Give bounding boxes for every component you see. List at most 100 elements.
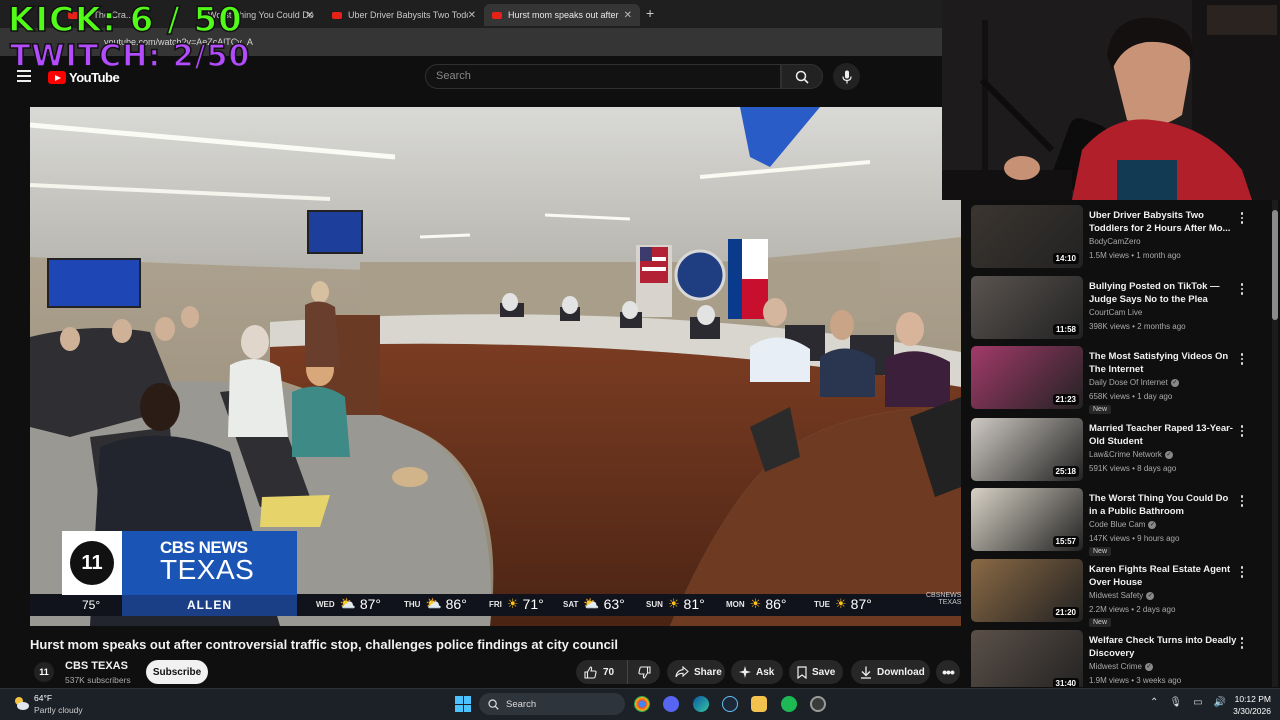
video-thumbnail[interactable]: 31:40 — [971, 630, 1083, 687]
recommended-channel[interactable]: BodyCamZero — [1089, 237, 1141, 246]
sidebar-scrollbar-thumb[interactable] — [1272, 210, 1278, 320]
more-actions-button[interactable]: ••• — [936, 660, 960, 684]
search-button[interactable] — [781, 64, 823, 89]
recommended-video[interactable]: 21:23 The Most Satisfying Videos On The I… — [971, 341, 1271, 414]
video-thumbnail[interactable]: 25:18 — [971, 418, 1083, 481]
browser-tab[interactable]: Uber Driver Babysits Two Toddlers ✕ — [324, 4, 484, 26]
tab-label: Uber Driver Babysits Two Toddlers — [348, 10, 468, 20]
more-vertical-icon[interactable] — [1239, 495, 1245, 507]
recommended-video[interactable]: 15:57 The Worst Thing You Could Do in a P… — [971, 483, 1271, 556]
recommended-channel[interactable]: Daily Dose Of Internet ✓ — [1089, 378, 1179, 387]
forecast-day-label: THU — [404, 599, 421, 609]
recommended-video[interactable]: 11:58 Bullying Posted on TikTok — Judge S… — [971, 271, 1271, 339]
video-thumbnail[interactable]: 14:10 — [971, 205, 1083, 268]
recommended-channel[interactable]: CourtCam Live — [1089, 308, 1142, 317]
search-input[interactable]: Search — [425, 64, 781, 89]
recommended-video[interactable]: 25:18 Married Teacher Raped 13-Year-Old S… — [971, 413, 1271, 481]
tab-close-icon[interactable]: ✕ — [468, 10, 476, 21]
youtube-favicon-icon — [492, 11, 502, 19]
more-vertical-icon[interactable] — [1239, 566, 1245, 578]
video-thumbnail[interactable]: 21:23 — [971, 346, 1083, 409]
recommended-video-title[interactable]: Welfare Check Turns into Deadly Discover… — [1089, 634, 1239, 660]
tab-close-icon[interactable]: ✕ — [624, 10, 632, 21]
forecast-day-label: TUE — [814, 599, 830, 609]
taskbar-weather-desc[interactable]: Partly cloudy — [34, 705, 83, 715]
more-vertical-icon[interactable] — [1239, 283, 1245, 295]
video-thumbnail[interactable]: 15:57 — [971, 488, 1083, 551]
save-button[interactable]: Save — [789, 660, 843, 684]
subscribe-button[interactable]: Subscribe — [146, 660, 208, 684]
youtube-logo[interactable]: YouTube — [48, 70, 120, 85]
forecast-day: THU ⛅ 86° — [404, 596, 467, 612]
forecast-day: TUE ☀ 87° — [814, 596, 872, 612]
sun-icon: ☀ — [667, 596, 680, 611]
forecast-temp: 87° — [359, 596, 382, 612]
network-icon[interactable]: ▭ — [1193, 697, 1202, 708]
recommended-channel[interactable]: Law&Crime Network ✓ — [1089, 450, 1173, 459]
recommended-video-title[interactable]: The Most Satisfying Videos On The Intern… — [1089, 350, 1239, 376]
like-dislike-group: 70 — [576, 660, 660, 684]
channel-avatar[interactable]: 11 — [34, 662, 54, 682]
microphone-icon — [841, 70, 852, 83]
windows-start-icon[interactable] — [455, 696, 471, 712]
recommended-channel[interactable]: Midwest Safety ✓ — [1089, 591, 1155, 600]
video-views-age: 147K views • 9 hours ago — [1089, 534, 1180, 543]
video-thumbnail[interactable]: 21:20 — [971, 559, 1083, 622]
microphone-icon[interactable]: 🎙 — [1169, 697, 1182, 708]
taskbar-weather-temp[interactable]: 64°F — [34, 693, 52, 703]
sun-icon: ☀ — [506, 596, 519, 611]
new-tab-icon[interactable]: + — [646, 5, 654, 21]
edge-icon[interactable] — [693, 696, 709, 712]
taskbar-date[interactable]: 3/30/2026 — [1229, 706, 1271, 716]
forecast-day-label: WED — [316, 599, 335, 609]
taskbar-search[interactable]: Search — [479, 693, 625, 715]
taskbar-time[interactable]: 10:12 PM — [1233, 694, 1271, 704]
recommended-video-title[interactable]: Bullying Posted on TikTok — Judge Says N… — [1089, 280, 1239, 306]
video-thumbnail[interactable]: 11:58 — [971, 276, 1083, 339]
verified-check-icon: ✓ — [1148, 520, 1157, 529]
search-icon — [795, 70, 809, 84]
recommended-video[interactable]: 31:40 Welfare Check Turns into Deadly Dis… — [971, 625, 1271, 687]
partly-cloudy-icon[interactable] — [12, 694, 30, 712]
obs-icon[interactable] — [810, 696, 826, 712]
file-explorer-icon[interactable] — [751, 696, 767, 712]
discord-icon[interactable] — [663, 696, 679, 712]
like-button[interactable]: 70 — [576, 660, 628, 684]
more-vertical-icon[interactable] — [1239, 353, 1245, 365]
recommended-channel[interactable]: Midwest Crime ✓ — [1089, 662, 1153, 671]
voice-search-button[interactable] — [833, 63, 860, 90]
recommended-video-title[interactable]: Karen Fights Real Estate Agent Over Hous… — [1089, 563, 1239, 589]
forecast-day-label: SUN — [646, 599, 663, 609]
chevron-up-icon[interactable]: ⌃ — [1150, 697, 1158, 708]
forecast-day: SUN ☀ 81° — [646, 596, 705, 612]
video-views-age: 591K views • 8 days ago — [1089, 464, 1177, 473]
share-button[interactable]: Share — [667, 660, 725, 684]
download-button[interactable]: Download — [851, 660, 930, 684]
cbs-eye-logo-icon: 11 — [39, 667, 49, 677]
cbs-eye-logo-icon: 11 — [70, 541, 114, 585]
volume-icon[interactable]: 🔊 — [1214, 697, 1226, 708]
more-vertical-icon[interactable] — [1239, 425, 1245, 437]
browser-tab-active[interactable]: Hurst mom speaks out after co ✕ — [484, 4, 640, 26]
steam-icon[interactable] — [722, 696, 738, 712]
recommended-video-title[interactable]: Married Teacher Raped 13-Year-Old Studen… — [1089, 422, 1239, 448]
chrome-icon[interactable] — [634, 696, 650, 712]
ask-button[interactable]: Ask — [731, 660, 783, 684]
more-vertical-icon[interactable] — [1239, 637, 1245, 649]
more-vertical-icon[interactable] — [1239, 212, 1245, 224]
download-icon — [861, 666, 871, 679]
video-duration: 15:57 — [1052, 536, 1079, 547]
recommended-video[interactable]: 21:20 Karen Fights Real Estate Agent Over… — [971, 554, 1271, 627]
tab-close-icon[interactable]: ✕ — [306, 10, 314, 21]
thumbs-up-icon — [584, 665, 597, 679]
recommended-video[interactable]: 14:10 Uber Driver Babysits Two Toddlers f… — [971, 200, 1271, 268]
hamburger-menu-icon[interactable] — [17, 70, 31, 82]
spotify-icon[interactable] — [781, 696, 797, 712]
tab-label: Hurst mom speaks out after co — [508, 10, 620, 20]
recommended-video-title[interactable]: Uber Driver Babysits Two Toddlers for 2 … — [1089, 209, 1239, 235]
verified-check-icon: ✓ — [1164, 450, 1173, 459]
dislike-button[interactable] — [628, 665, 660, 679]
recommended-video-title[interactable]: The Worst Thing You Could Do in a Public… — [1089, 492, 1239, 518]
recommended-channel[interactable]: Code Blue Cam ✓ — [1089, 520, 1157, 529]
channel-name[interactable]: CBS TEXAS — [65, 660, 128, 672]
